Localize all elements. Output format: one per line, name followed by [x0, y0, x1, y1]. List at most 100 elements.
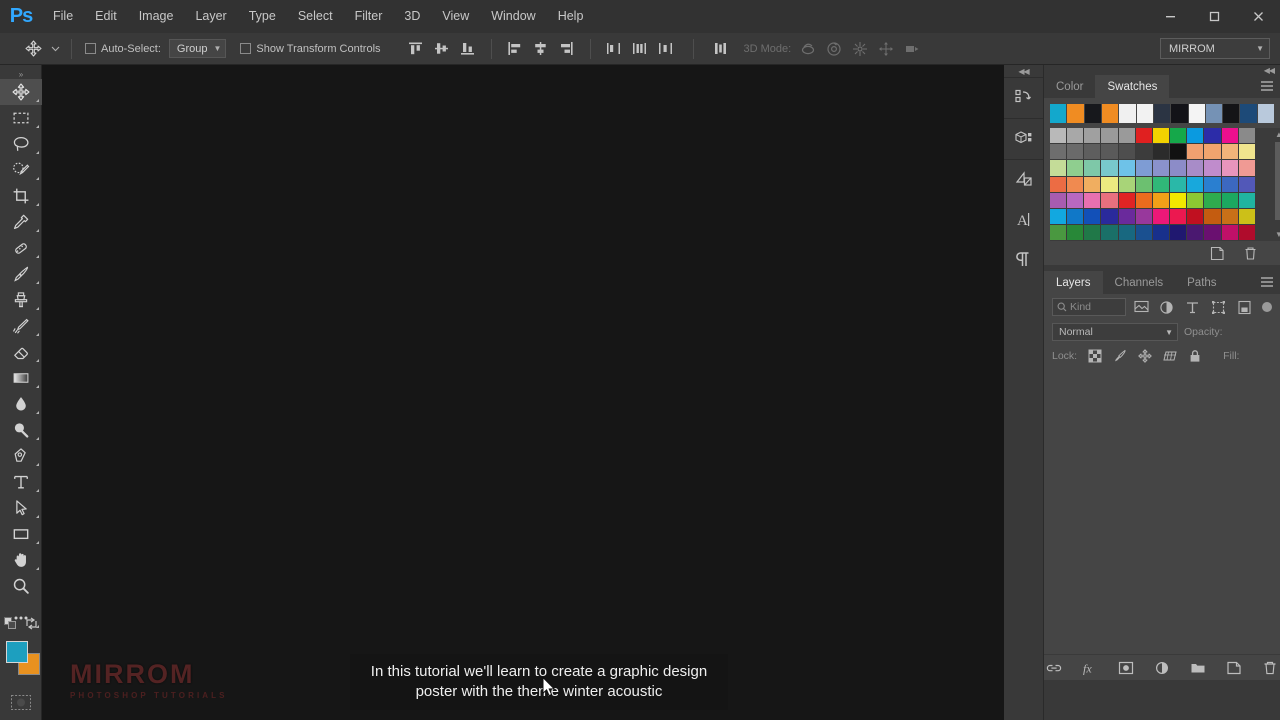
adjustments-panel-icon[interactable] — [1004, 160, 1044, 200]
scrollbar-thumb[interactable] — [1275, 142, 1280, 220]
move-tool-icon[interactable] — [20, 38, 46, 60]
color-swatch[interactable] — [1187, 176, 1205, 193]
color-swatch[interactable] — [1204, 192, 1222, 209]
color-swatch[interactable] — [1187, 160, 1205, 177]
tab-color[interactable]: Color — [1044, 75, 1096, 98]
recent-color-swatch[interactable] — [1084, 104, 1101, 123]
color-swatch[interactable] — [1238, 160, 1256, 177]
color-swatch[interactable] — [1221, 128, 1239, 145]
distribute-top-edges-button[interactable] — [601, 37, 627, 61]
toolbar-collapse-handle[interactable]: » — [0, 69, 41, 79]
color-swatch[interactable] — [1152, 176, 1171, 193]
tool-zoom[interactable] — [0, 573, 42, 599]
paragraph-panel-icon[interactable] — [1004, 240, 1044, 280]
color-swatch[interactable] — [1067, 144, 1085, 161]
color-swatch[interactable] — [1221, 225, 1239, 242]
color-swatch[interactable] — [1135, 208, 1153, 226]
menu-file[interactable]: File — [42, 0, 84, 33]
filter-enable-toggle[interactable] — [1262, 302, 1272, 313]
lock-artboard-nesting-icon[interactable] — [1159, 346, 1180, 366]
color-swatch[interactable] — [1050, 225, 1068, 242]
color-swatch[interactable] — [1170, 144, 1188, 161]
filter-pixel-layers-icon[interactable] — [1131, 297, 1152, 317]
color-swatch[interactable] — [1050, 144, 1068, 161]
minimize-button[interactable] — [1148, 0, 1192, 33]
tool-pen[interactable] — [0, 443, 42, 469]
color-swatch[interactable] — [1050, 208, 1068, 226]
color-swatch[interactable] — [1050, 128, 1068, 145]
lock-all-icon[interactable] — [1184, 346, 1205, 366]
color-swatch[interactable] — [1221, 144, 1239, 161]
color-swatch[interactable] — [1204, 144, 1222, 161]
scale-3d-object-icon[interactable] — [899, 37, 925, 61]
maximize-button[interactable] — [1192, 0, 1236, 33]
color-swatch[interactable] — [1204, 176, 1222, 193]
color-swatch[interactable] — [1204, 160, 1222, 177]
tab-paths[interactable]: Paths — [1175, 271, 1229, 295]
color-swatch[interactable] — [1118, 144, 1136, 161]
color-swatch[interactable] — [1101, 128, 1119, 145]
align-left-edges-button[interactable] — [502, 37, 528, 61]
new-layer-button[interactable] — [1226, 660, 1242, 676]
tool-rectangle[interactable] — [0, 521, 42, 547]
align-right-edges-button[interactable] — [554, 37, 580, 61]
show-transform-checkbox-box[interactable] — [240, 43, 252, 54]
color-swatch[interactable] — [1101, 192, 1119, 209]
layer-style-button[interactable]: fx — [1082, 660, 1098, 676]
link-layers-button[interactable] — [1046, 660, 1062, 676]
tool-preset-chevron-down-icon[interactable] — [46, 38, 64, 60]
color-swatch[interactable] — [1101, 176, 1119, 193]
color-swatch[interactable] — [1067, 160, 1085, 177]
color-swatch[interactable] — [1238, 208, 1256, 226]
color-swatch[interactable] — [1221, 192, 1239, 209]
recent-color-swatch[interactable] — [1136, 104, 1153, 123]
recent-color-swatch[interactable] — [1205, 104, 1223, 123]
new-adjustment-layer-button[interactable] — [1154, 660, 1170, 676]
character-panel-icon[interactable]: A — [1004, 200, 1044, 240]
tool-gradient[interactable] — [0, 365, 42, 391]
tab-swatches[interactable]: Swatches — [1095, 75, 1170, 98]
foreground-color-swatch[interactable] — [6, 641, 28, 663]
color-swatch[interactable] — [1204, 208, 1222, 226]
color-swatch[interactable] — [1238, 192, 1256, 209]
delete-swatch-button[interactable] — [1243, 246, 1258, 261]
tool-move[interactable] — [0, 79, 42, 105]
recent-color-swatch[interactable] — [1067, 104, 1084, 123]
color-swatch[interactable] — [1067, 208, 1085, 226]
color-swatch[interactable] — [1135, 128, 1153, 145]
color-swatch[interactable] — [1187, 144, 1205, 161]
tool-eyedropper[interactable] — [0, 209, 42, 235]
color-swatch[interactable] — [1170, 192, 1188, 209]
document-canvas[interactable]: MIRROM PHOTOSHOP TUTORIALS In this tutor… — [42, 65, 1004, 720]
color-swatch[interactable] — [1118, 128, 1136, 145]
tool-brush[interactable] — [0, 261, 42, 287]
menu-image[interactable]: Image — [128, 0, 185, 33]
default-colors-icon[interactable] — [4, 617, 17, 631]
filter-shape-layers-icon[interactable] — [1208, 297, 1229, 317]
close-button[interactable] — [1236, 0, 1280, 33]
color-swatch[interactable] — [1067, 128, 1085, 145]
opacity-control[interactable]: Opacity: — [1184, 326, 1272, 338]
recent-color-swatch[interactable] — [1223, 104, 1240, 123]
tool-quick-selection[interactable] — [0, 157, 42, 183]
color-swatch[interactable] — [1238, 144, 1256, 161]
lock-image-pixels-icon[interactable] — [1109, 346, 1130, 366]
color-swatch[interactable] — [1204, 225, 1222, 242]
tool-hand[interactable] — [0, 547, 42, 573]
tool-history-brush[interactable] — [0, 313, 42, 339]
color-swatch[interactable] — [1135, 144, 1153, 161]
tool-crop[interactable] — [0, 183, 42, 209]
color-swatch[interactable] — [1221, 176, 1239, 193]
tool-path-selection[interactable] — [0, 495, 42, 521]
color-swatch[interactable] — [1084, 128, 1102, 145]
scroll-up-icon[interactable]: ▲ — [1275, 130, 1280, 139]
delete-layer-button[interactable] — [1262, 660, 1278, 676]
color-swatch[interactable] — [1135, 225, 1153, 242]
recent-colors-row[interactable] — [1044, 104, 1280, 123]
color-swatch[interactable] — [1187, 225, 1205, 242]
recent-color-swatch[interactable] — [1101, 104, 1119, 123]
color-swatch[interactable] — [1118, 176, 1136, 193]
lock-position-icon[interactable] — [1134, 346, 1155, 366]
color-swatch[interactable] — [1084, 192, 1102, 209]
color-swatch[interactable] — [1084, 176, 1102, 193]
